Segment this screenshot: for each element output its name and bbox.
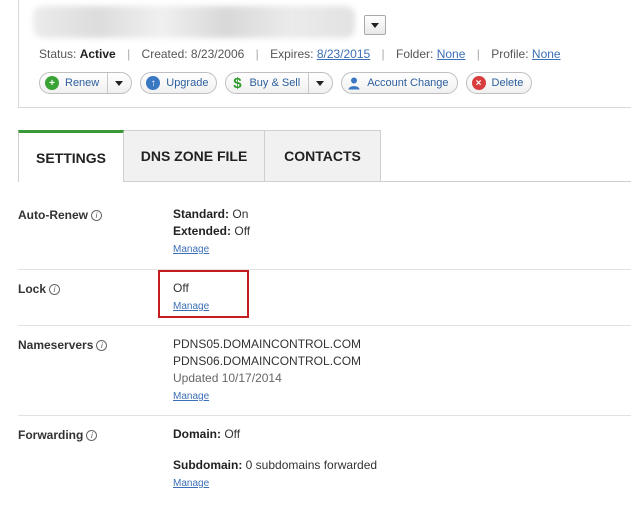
nameservers-manage-link[interactable]: Manage bbox=[173, 388, 361, 405]
auto-renew-label: Auto-Renew i bbox=[18, 208, 102, 222]
folder-label: Folder: bbox=[396, 47, 434, 61]
forwarding-row: Forwarding i Domain: Off Subdomain: 0 sub… bbox=[18, 416, 631, 512]
info-icon[interactable]: i bbox=[49, 283, 61, 295]
buy-sell-button[interactable]: $ Buy & Sell bbox=[225, 72, 334, 94]
profile-link[interactable]: None bbox=[532, 47, 561, 61]
chevron-down-icon bbox=[115, 80, 124, 86]
status-value: Active bbox=[79, 47, 116, 61]
nameservers-value: PDNS05.DOMAINCONTROL.COM PDNS06.DOMAINCO… bbox=[173, 336, 361, 405]
domain-tabs: SETTINGS DNS ZONE FILE CONTACTS bbox=[18, 130, 381, 182]
delete-circle-icon: × bbox=[471, 76, 486, 90]
forwarding-manage-link[interactable]: Manage bbox=[173, 475, 377, 492]
expires-label: Expires: bbox=[270, 47, 314, 61]
nameservers-updated: Updated 10/17/2014 bbox=[173, 371, 282, 385]
info-icon[interactable]: i bbox=[96, 339, 108, 351]
tab-settings[interactable]: SETTINGS bbox=[18, 130, 124, 182]
forwarding-label: Forwarding i bbox=[18, 428, 98, 442]
lock-label: Lock i bbox=[18, 282, 61, 296]
nameservers-label: Nameservers i bbox=[18, 338, 108, 352]
buy-sell-dropdown-toggle[interactable] bbox=[308, 73, 325, 93]
expires-link[interactable]: 8/23/2015 bbox=[317, 47, 370, 61]
auto-renew-row: Auto-Renew i Standard: On Extended: Off M… bbox=[18, 182, 631, 270]
nameservers-row: Nameservers i PDNS05.DOMAINCONTROL.COM PD… bbox=[18, 326, 631, 416]
status-label: Status: bbox=[39, 47, 77, 61]
domain-meta-line: Status: Active | Created: 8/23/2006 | Ex… bbox=[39, 47, 561, 61]
lock-highlight-box bbox=[158, 270, 249, 318]
lock-row: Lock i Off Manage bbox=[18, 270, 631, 326]
renew-button[interactable]: + Renew bbox=[39, 72, 133, 94]
settings-panel: Auto-Renew i Standard: On Extended: Off M… bbox=[18, 182, 631, 512]
chevron-down-icon bbox=[316, 80, 325, 86]
domain-name-blurred bbox=[33, 6, 355, 38]
info-icon[interactable]: i bbox=[86, 429, 98, 441]
tab-contacts[interactable]: CONTACTS bbox=[265, 130, 381, 182]
nameserver-1: PDNS05.DOMAINCONTROL.COM bbox=[173, 337, 362, 351]
user-icon bbox=[347, 76, 361, 90]
renew-dropdown-toggle[interactable] bbox=[107, 73, 124, 93]
folder-link[interactable]: None bbox=[437, 47, 466, 61]
domain-header-panel: Status: Active | Created: 8/23/2006 | Ex… bbox=[18, 0, 631, 108]
nameserver-2: PDNS06.DOMAINCONTROL.COM bbox=[173, 354, 362, 368]
delete-button[interactable]: × Delete bbox=[465, 72, 533, 94]
account-change-button[interactable]: Account Change bbox=[341, 72, 458, 94]
action-buttons: + Renew ↑ Upgrade $ Buy & Sell Account C… bbox=[39, 72, 533, 94]
auto-renew-value: Standard: On Extended: Off Manage bbox=[173, 206, 250, 258]
tab-dns-zone-file[interactable]: DNS ZONE FILE bbox=[124, 130, 265, 182]
info-icon[interactable]: i bbox=[91, 209, 102, 221]
forwarding-value: Domain: Off Subdomain: 0 subdomains forw… bbox=[173, 426, 377, 492]
profile-label: Profile: bbox=[491, 47, 529, 61]
domain-select-dropdown[interactable] bbox=[364, 15, 386, 35]
auto-renew-manage-link[interactable]: Manage bbox=[173, 241, 250, 258]
created-date: Created: 8/23/2006 bbox=[141, 47, 245, 61]
plus-circle-icon: + bbox=[45, 76, 59, 90]
dollar-icon: $ bbox=[233, 74, 242, 92]
chevron-down-icon bbox=[371, 22, 379, 28]
upgrade-button[interactable]: ↑ Upgrade bbox=[140, 72, 218, 94]
arrow-up-circle-icon: ↑ bbox=[146, 76, 161, 90]
